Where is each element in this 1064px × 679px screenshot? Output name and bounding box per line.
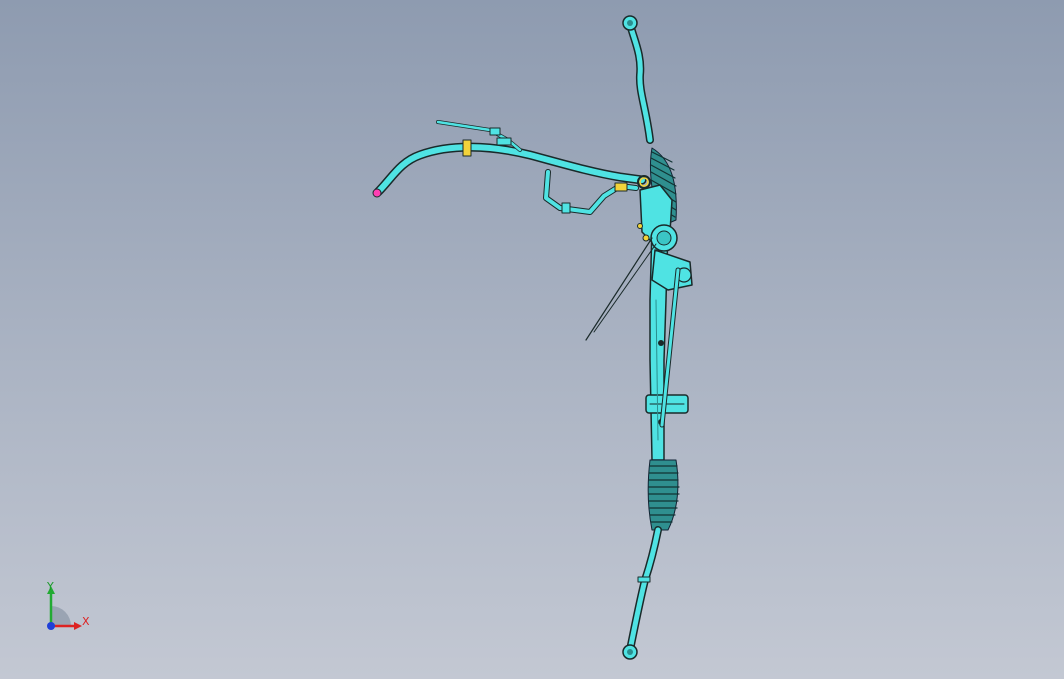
sensor-wire: [585, 237, 657, 341]
lower-bellows[interactable]: [647, 459, 680, 531]
3d-viewport[interactable]: X Y: [0, 0, 1064, 679]
hose-end-fitting[interactable]: [372, 188, 382, 198]
coordinate-triad: X Y: [38, 578, 98, 638]
hose-clamp[interactable]: [462, 139, 472, 157]
pinion-valve-body[interactable]: [637, 184, 693, 291]
x-axis-label: X: [82, 615, 90, 628]
hydraulic-hose[interactable]: [372, 139, 647, 198]
upper-tie-rod[interactable]: [622, 15, 654, 144]
y-axis-label: Y: [47, 580, 54, 593]
lower-tie-rod[interactable]: [622, 526, 662, 660]
z-axis-dot: [47, 622, 55, 630]
steering-rack-model[interactable]: [0, 0, 1064, 679]
